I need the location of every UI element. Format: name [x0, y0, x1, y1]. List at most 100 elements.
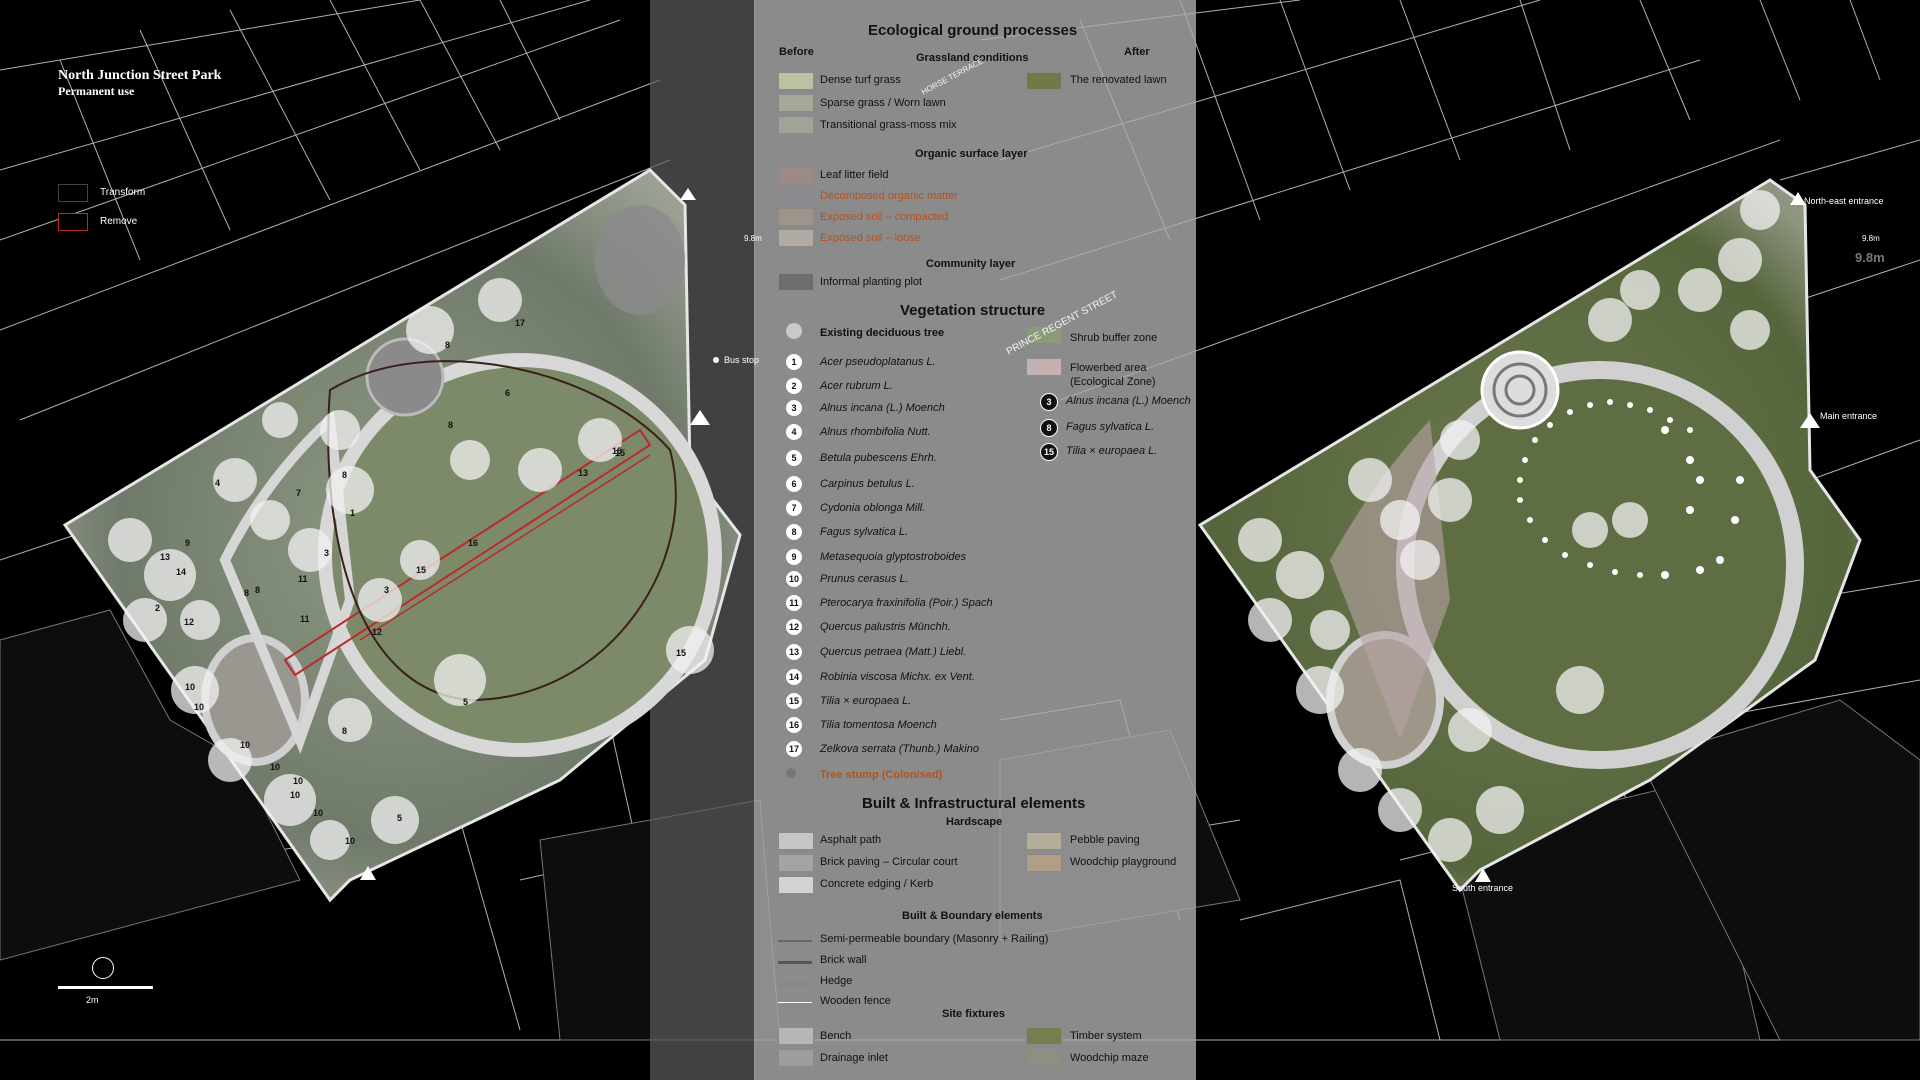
species-name: Metasequoia glyptostroboides — [820, 551, 967, 563]
swatch-renovated-lawn — [1026, 72, 1062, 90]
legend-remove-label: Remove — [100, 216, 138, 227]
legend-remove-swatch — [58, 213, 88, 231]
hardscape-title: Hardscape — [946, 816, 1003, 828]
north-arrow-icon — [92, 957, 114, 979]
swatch-flowerbed — [1026, 358, 1062, 376]
legend-header: Ecological ground processes — [868, 22, 1078, 39]
tree-number-label: 8 — [342, 726, 348, 736]
tree-number-label: 16 — [468, 538, 479, 548]
bus-stop-label: Bus stop — [724, 355, 760, 365]
tree-number-label: 11 — [298, 574, 308, 584]
tree-number-label: 15 — [416, 565, 427, 575]
line-hedge — [778, 982, 812, 986]
scale-bar — [58, 986, 153, 989]
new-species-number: 8 — [1040, 419, 1058, 437]
tree-number-label: 10 — [293, 776, 304, 786]
tree-number-label: 13 — [578, 468, 589, 478]
park-title: North Junction Street Park — [58, 68, 222, 83]
existing-tree-icon — [786, 323, 802, 339]
species-number: 4 — [786, 424, 802, 440]
main-entrance-label: Main entrance — [1820, 411, 1878, 421]
swatch-asphalt — [778, 832, 814, 850]
elevation-right: 9.8m — [1862, 234, 1880, 243]
species-number: 6 — [786, 476, 802, 492]
swatch-planting-plot — [778, 273, 814, 291]
line-wooden-fence — [778, 1002, 812, 1003]
tree-number-label: 10 — [345, 836, 356, 846]
swatch-grass-moss — [778, 116, 814, 134]
new-species-name: Tilia × europaea L. — [1066, 445, 1158, 457]
swatch-concrete — [778, 876, 814, 894]
swatch-woodchip-playground — [1026, 854, 1062, 872]
tree-number-label: 15 — [676, 648, 687, 658]
species-number: 7 — [786, 500, 802, 516]
stump-icon — [786, 768, 796, 778]
species-number: 10 — [786, 571, 802, 587]
legend-grass-moss: Transitional grass-moss mix — [820, 119, 957, 131]
species-number: 2 — [786, 378, 802, 394]
swatch-timber — [1026, 1027, 1062, 1045]
tree-number-label: 10 — [240, 740, 251, 750]
tree-number-label: 8 — [255, 585, 261, 595]
species-name: Alnus incana (L.) Moench — [820, 402, 945, 414]
tree-number-label: 10 — [185, 682, 196, 692]
legend-brick-paving: Brick paving – Circular court — [820, 856, 958, 868]
legend-flowerbed: Flowerbed area — [1070, 362, 1147, 374]
new-species-name: Alnus incana (L.) Moench — [1066, 395, 1191, 407]
scale-bar-label: 2m — [86, 995, 99, 1005]
tree-number-label: 15 — [615, 448, 626, 458]
legend-bench: Bench — [820, 1030, 852, 1042]
species-name: Zelkova serrata (Thunb.) Makino — [820, 743, 979, 755]
elevation-right-bold: 9.8m — [1855, 250, 1885, 265]
legend-planting-plot: Informal planting plot — [820, 276, 923, 288]
boundary-title: Built & Boundary elements — [902, 910, 1043, 922]
legend-semi-permeable: Semi-permeable boundary (Masonry + Raili… — [820, 933, 1049, 945]
legend-renovated-lawn: The renovated lawn — [1070, 74, 1167, 86]
tree-number-label: 4 — [215, 478, 221, 488]
species-number: 8 — [786, 524, 802, 540]
swatch-woodchip-maze — [1026, 1049, 1062, 1067]
legend-soil-compacted: Exposed soil – compacted — [820, 211, 949, 223]
species-name: Carpinus betulus L. — [820, 478, 915, 490]
swatch-soil-loose — [778, 229, 814, 247]
species-name: Betula pubescens Ehrh. — [820, 452, 937, 464]
species-name: Robinia viscosa Michx. ex Vent. — [820, 671, 975, 683]
new-species-name: Fagus sylvatica L. — [1066, 421, 1155, 433]
new-species-number: 15 — [1040, 443, 1058, 461]
swatch-decomposed — [778, 187, 814, 205]
after-label: After — [1124, 46, 1150, 58]
tree-number-label: 7 — [296, 488, 302, 498]
species-name: Cydonia oblonga Mill. — [820, 502, 926, 514]
swatch-dense-turf — [778, 72, 814, 90]
before-label: Before — [779, 46, 814, 58]
tree-number-label: 10 — [194, 702, 205, 712]
tree-number-label: 12 — [184, 617, 195, 627]
species-name: Fagus sylvatica L. — [820, 526, 909, 538]
tree-number-label: 11 — [300, 614, 310, 624]
species-name: Quercus petraea (Matt.) Liebl. — [820, 646, 967, 658]
legend-shrub: Shrub buffer zone — [1070, 332, 1158, 344]
tree-number-label: 8 — [342, 470, 348, 480]
legend-hedge: Hedge — [820, 975, 853, 987]
elevation-left: 9.8m — [744, 234, 762, 243]
legend-wooden-fence: Wooden fence — [820, 995, 891, 1007]
legend-flowerbed-2: (Ecological Zone) — [1070, 376, 1156, 388]
species-number: 12 — [786, 619, 802, 635]
legend-dense-turf: Dense turf grass — [820, 74, 901, 86]
species-name: Prunus cerasus L. — [820, 573, 909, 585]
swatch-sparse-grass — [778, 94, 814, 112]
legend-soil-loose: Exposed soil – loose — [820, 232, 921, 244]
species-name: Tilia × europaea L. — [820, 695, 912, 707]
species-number: 13 — [786, 644, 802, 660]
tree-number-label: 10 — [290, 790, 301, 800]
vegetation-title: Vegetation structure — [900, 302, 1046, 319]
south-entrance-label: South entrance — [1452, 883, 1514, 893]
species-number: 17 — [786, 741, 802, 757]
swatch-bench — [778, 1027, 814, 1045]
swatch-drainage — [778, 1049, 814, 1067]
species-number: 15 — [786, 693, 802, 709]
species-number: 1 — [786, 354, 802, 370]
tree-number-label: 3 — [324, 548, 330, 558]
organic-title: Organic surface layer — [915, 148, 1028, 160]
legend-drainage: Drainage inlet — [820, 1052, 888, 1064]
